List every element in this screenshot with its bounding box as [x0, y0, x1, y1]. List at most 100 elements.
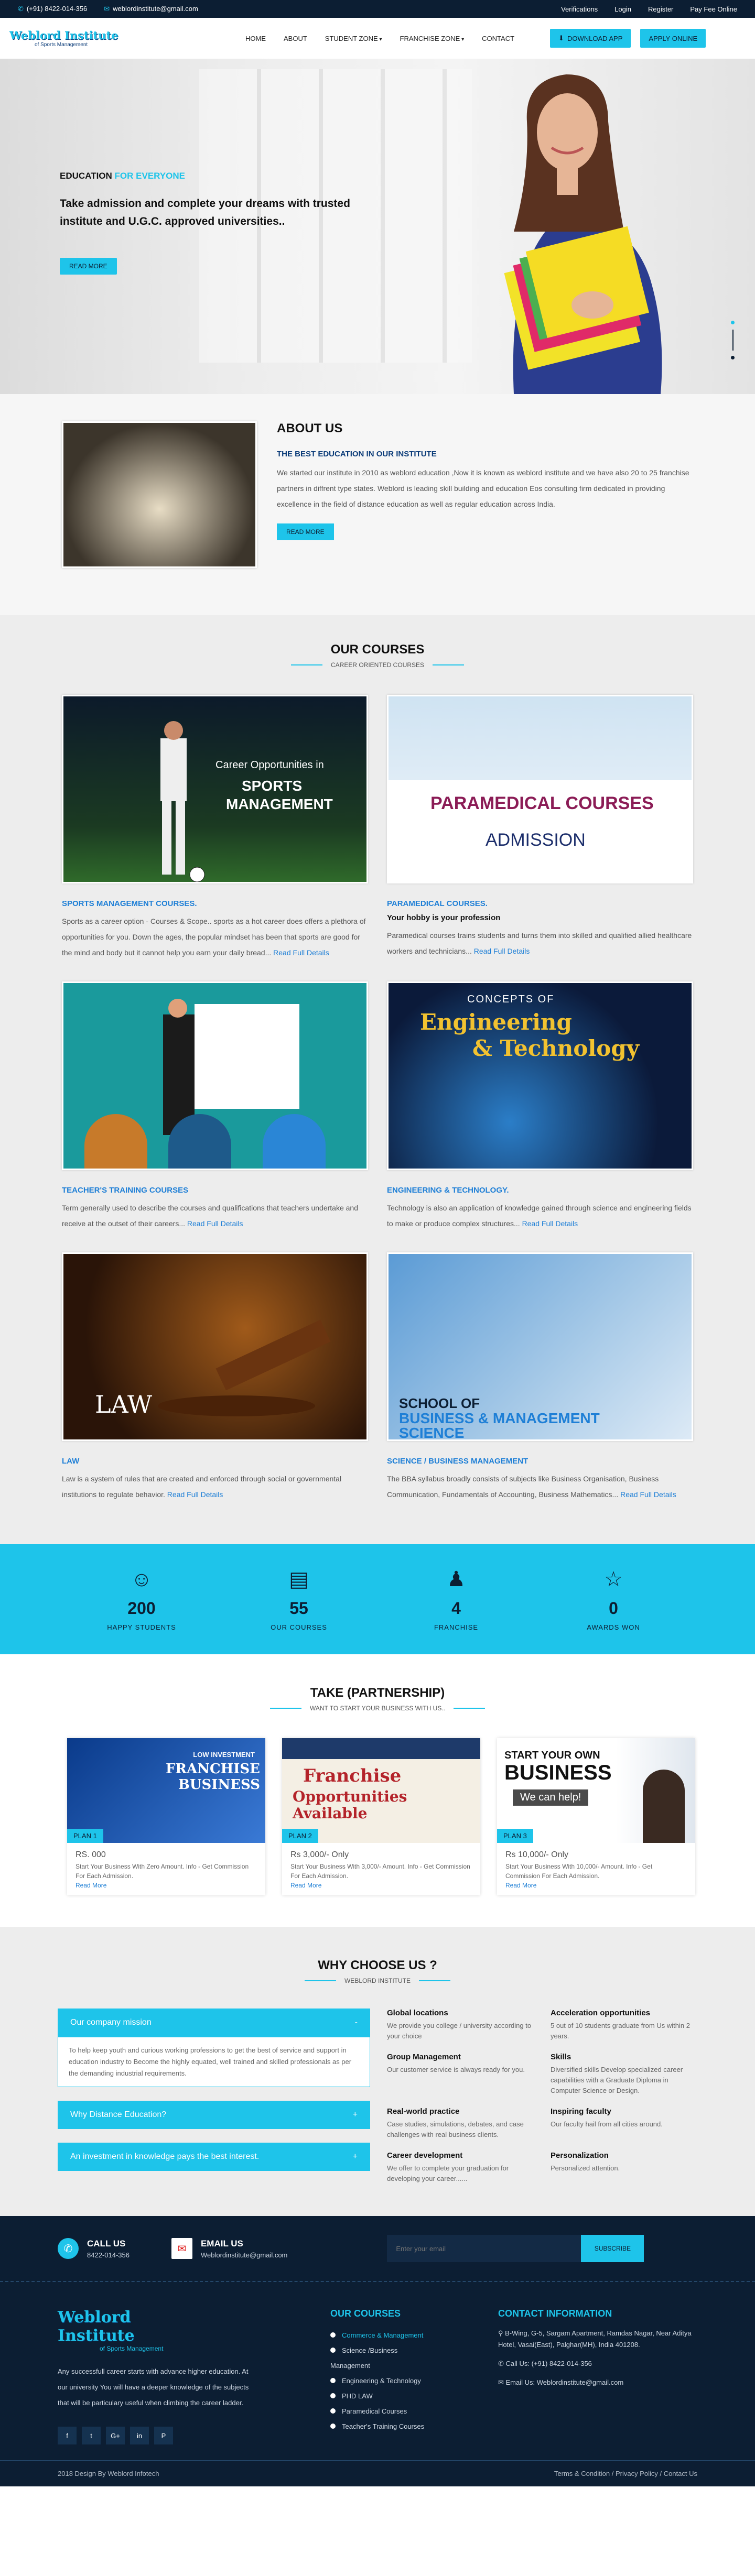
- accordion-mission-body: To help keep youth and curious working p…: [58, 2037, 370, 2087]
- course-desc: Law is a system of rules that are create…: [62, 1475, 342, 1499]
- pinterest-icon[interactable]: P: [154, 2427, 173, 2444]
- smile-icon: ☺: [131, 1567, 153, 1591]
- topbar-email[interactable]: ✉ weblordinstitute@gmail.com: [104, 5, 198, 13]
- logo[interactable]: Weblord Institute of Sports Management: [9, 29, 130, 48]
- plan-desc: Start Your Business With Zero Amount. In…: [76, 1863, 249, 1880]
- social-links: f t G+ in P: [58, 2427, 257, 2444]
- facebook-icon[interactable]: f: [58, 2427, 77, 2444]
- read-full-details-link[interactable]: Read Full Details: [620, 1490, 676, 1499]
- paramedical-image[interactable]: PARAMEDICAL COURSES ADMISSION: [387, 695, 693, 883]
- teachers-image[interactable]: [62, 981, 368, 1170]
- read-full-details-link[interactable]: Read Full Details: [167, 1490, 223, 1499]
- subscribe-button[interactable]: SUBSCRIBE: [581, 2235, 644, 2262]
- course-title[interactable]: ENGINEERING & TECHNOLOGY.: [387, 1186, 693, 1195]
- twitter-icon[interactable]: t: [82, 2427, 101, 2444]
- course-title[interactable]: LAW: [62, 1457, 368, 1466]
- plan-read-more-link[interactable]: Read More: [76, 1882, 257, 1889]
- slide-dot-2[interactable]: [731, 356, 735, 359]
- sports-image[interactable]: Career Opportunities in SPORTS MANAGEMEN…: [62, 695, 368, 883]
- feature-item: Real-world practice Case studies, simulat…: [387, 2107, 524, 2138]
- verifications-link[interactable]: Verifications: [561, 5, 598, 13]
- business-image[interactable]: SCHOOL OF BUSINESS & MANAGEMENT SCIENCE: [387, 1252, 693, 1441]
- nav-franchise-zone[interactable]: FRANCHISE ZONE: [400, 35, 465, 42]
- stat-label: OUR COURSES: [271, 1623, 327, 1631]
- plan-2-image[interactable]: Franchise Opportunities Available PLAN 2: [282, 1738, 480, 1843]
- footer-course-link[interactable]: Science /Business Management: [330, 2343, 425, 2373]
- course-title[interactable]: PARAMEDICAL COURSES.: [387, 899, 693, 908]
- plan-read-more-link[interactable]: Read More: [505, 1882, 687, 1889]
- why-grid: Our company mission - To help keep youth …: [58, 2009, 755, 2185]
- login-link[interactable]: Login: [614, 5, 631, 13]
- register-link[interactable]: Register: [648, 5, 673, 13]
- nav-about[interactable]: ABOUT: [284, 35, 307, 42]
- course-desc: Technology is also an application of kno…: [387, 1204, 692, 1228]
- newsletter-email-input[interactable]: [387, 2235, 581, 2262]
- plan-read-more-link[interactable]: Read More: [290, 1882, 472, 1889]
- law-image[interactable]: LAW: [62, 1252, 368, 1441]
- slider-dots: [731, 321, 735, 359]
- phone-icon: ✆: [58, 2238, 79, 2259]
- courses-section: OUR COURSES CAREER ORIENTED COURSES Care…: [0, 615, 755, 1544]
- footer-course-link[interactable]: PHD LAW: [330, 2388, 425, 2404]
- plan-3-image[interactable]: START YOUR OWN BUSINESS We can help! PLA…: [497, 1738, 695, 1843]
- footer-course-link[interactable]: Commerce & Management: [330, 2328, 425, 2343]
- course-title[interactable]: SCIENCE / BUSINESS MANAGEMENT: [387, 1457, 693, 1466]
- accordion-mission[interactable]: Our company mission -: [58, 2009, 370, 2037]
- pay-fee-link[interactable]: Pay Fee Online: [690, 5, 737, 13]
- course-title[interactable]: TEACHER'S TRAINING COURSES: [62, 1186, 368, 1195]
- plus-icon: +: [352, 2110, 358, 2119]
- book-image: [62, 421, 257, 568]
- email-address[interactable]: Weblordinstitute@gmail.com: [201, 2251, 287, 2259]
- slide-dot-1[interactable]: [731, 321, 735, 324]
- minus-icon: -: [354, 2018, 358, 2027]
- nav-home[interactable]: HOME: [245, 35, 266, 42]
- plan-1-image[interactable]: LOW INVESTMENT FRANCHISE BUSINESS PLAN 1: [67, 1738, 265, 1843]
- email-us-block: ✉ EMAIL US Weblordinstitute@gmail.com: [171, 2238, 287, 2259]
- read-full-details-link[interactable]: Read Full Details: [474, 947, 530, 955]
- footer-logo[interactable]: Weblord Institute of Sports Management: [58, 2308, 178, 2352]
- download-icon: ⬇: [558, 34, 564, 42]
- course-desc: The BBA syllabus broadly consists of sub…: [387, 1475, 676, 1499]
- partnership-title: TAKE (PARTNERSHIP): [310, 1686, 445, 1700]
- feature-item: Career development We offer to complete y…: [387, 2151, 509, 2182]
- stat-number: 55: [289, 1599, 308, 1618]
- contact-band: ✆ CALL US 8422-014-356 ✉ EMAIL US Weblordi…: [0, 2216, 755, 2281]
- course-card-sports: Career Opportunities in SPORTS MANAGEMEN…: [62, 695, 368, 960]
- engineering-image[interactable]: CONCEPTS OF Engineering & Technology: [387, 981, 693, 1170]
- topbar-phone[interactable]: ✆ (+91) 8422-014-356: [18, 5, 87, 13]
- stat-number: 0: [609, 1599, 618, 1618]
- accordion-investment[interactable]: An investment in knowledge pays the best…: [58, 2143, 370, 2171]
- footer-call[interactable]: ✆ Call Us: (+91) 8422-014-356: [498, 2358, 697, 2370]
- plan-card: LOW INVESTMENT FRANCHISE BUSINESS PLAN 1…: [67, 1738, 265, 1895]
- nav-contact[interactable]: CONTACT: [482, 35, 514, 42]
- course-desc: Sports as a career option - Courses & Sc…: [62, 917, 366, 957]
- hero-heading: Take admission and complete your dreams …: [60, 198, 350, 227]
- legal-links[interactable]: Terms & Condition / Privacy Policy / Con…: [554, 2470, 697, 2477]
- footer-course-link[interactable]: Engineering & Technology: [330, 2373, 425, 2388]
- board-icon: ▤: [289, 1568, 309, 1591]
- plan-card: Franchise Opportunities Available PLAN 2…: [282, 1738, 480, 1895]
- plan-price: RS. 000: [76, 1850, 106, 1859]
- accordion-distance[interactable]: Why Distance Education? +: [58, 2101, 370, 2129]
- feature-item: Group Management Our customer service is …: [387, 2053, 525, 2073]
- read-full-details-link[interactable]: Read Full Details: [273, 948, 329, 957]
- location-icon: ⚲: [498, 2329, 505, 2337]
- google-plus-icon[interactable]: G+: [106, 2427, 125, 2444]
- why-subtitle: WEBLORD INSTITUTE: [0, 1977, 755, 1984]
- about-read-more-button[interactable]: READ MORE: [277, 523, 334, 540]
- read-full-details-link[interactable]: Read Full Details: [187, 1219, 243, 1228]
- linkedin-icon[interactable]: in: [130, 2427, 149, 2444]
- course-title[interactable]: SPORTS MANAGEMENT COURSES.: [62, 899, 368, 908]
- footer-course-link[interactable]: Paramedical Courses: [330, 2404, 425, 2419]
- main-nav: Weblord Institute of Sports Management H…: [0, 18, 755, 59]
- course-desc: Term generally used to describe the cour…: [62, 1204, 359, 1228]
- footer-mail[interactable]: ✉ Email Us: Weblordinstitute@gmail.com: [498, 2377, 697, 2388]
- read-full-details-link[interactable]: Read Full Details: [522, 1219, 578, 1228]
- download-app-button[interactable]: ⬇ DOWNLOAD APP: [550, 29, 631, 48]
- stat-franchise: ♟ 4 FRANCHISE: [414, 1567, 498, 1631]
- footer-course-link[interactable]: Teacher's Training Courses: [330, 2419, 425, 2434]
- apply-online-button[interactable]: APPLY ONLINE: [640, 29, 706, 48]
- call-number[interactable]: 8422-014-356: [87, 2251, 130, 2259]
- nav-student-zone[interactable]: STUDENT ZONE: [325, 35, 382, 42]
- hero-read-more-button[interactable]: READ MORE: [60, 258, 117, 275]
